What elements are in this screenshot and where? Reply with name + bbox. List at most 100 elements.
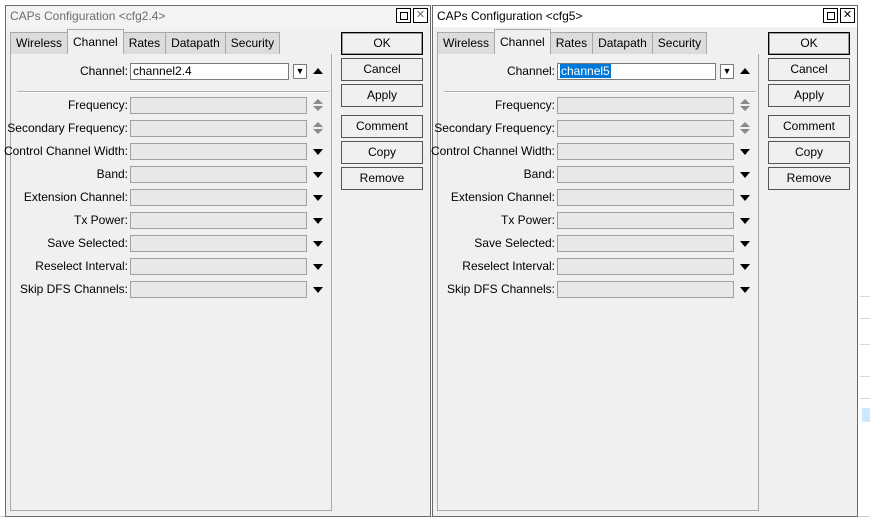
dropdown-arrow-icon[interactable] xyxy=(740,195,750,201)
tx-power-row: Tx Power: xyxy=(438,212,760,230)
cancel-button[interactable]: Cancel xyxy=(768,58,850,81)
dropdown-arrow-icon[interactable] xyxy=(313,195,323,201)
tab-security[interactable]: Security xyxy=(224,32,281,54)
extension-channel-field[interactable] xyxy=(130,189,307,206)
dropdown-arrow-icon[interactable] xyxy=(313,218,323,224)
secondary-frequency-row: Secondary Frequency: xyxy=(7,120,333,138)
tab-wireless[interactable]: Wireless xyxy=(437,32,496,54)
copy-button[interactable]: Copy xyxy=(341,141,423,164)
tab-rates[interactable]: Rates xyxy=(549,32,594,54)
spinner-icon[interactable] xyxy=(313,122,323,136)
reselect-interval-field[interactable] xyxy=(557,258,734,275)
dropdown-arrow-icon[interactable] xyxy=(740,218,750,224)
tab-security[interactable]: Security xyxy=(651,32,708,54)
copy-button[interactable]: Copy xyxy=(768,141,850,164)
tx-power-field[interactable] xyxy=(557,212,734,229)
comment-button[interactable]: Comment xyxy=(768,115,850,138)
channel-select[interactable]: channel5 xyxy=(557,63,716,80)
dropdown-arrow-icon[interactable] xyxy=(313,149,323,155)
remove-button[interactable]: Remove xyxy=(768,167,850,190)
dropdown-icon[interactable]: ▼ xyxy=(293,64,307,79)
channel-value: channel2.4 xyxy=(133,64,192,78)
tab-rates[interactable]: Rates xyxy=(122,32,167,54)
band-field[interactable] xyxy=(557,166,734,183)
tab-channel[interactable]: Channel xyxy=(67,29,124,54)
channel-tab-panel: Channel: channel2.4 ▼ Frequency: Seconda… xyxy=(4,54,333,511)
dropdown-arrow-icon[interactable] xyxy=(313,172,323,178)
tab-wireless[interactable]: Wireless xyxy=(10,32,69,54)
frequency-label: Frequency: xyxy=(494,98,555,112)
close-icon[interactable]: ✕ xyxy=(840,8,855,23)
maximize-icon[interactable] xyxy=(823,8,838,23)
apply-button[interactable]: Apply xyxy=(768,84,850,107)
control-channel-width-row: Control Channel Width: xyxy=(4,143,333,161)
control-channel-width-field[interactable] xyxy=(557,143,734,160)
channel-select[interactable]: channel2.4 xyxy=(130,63,289,80)
apply-button[interactable]: Apply xyxy=(341,84,423,107)
frequency-field[interactable] xyxy=(130,97,307,114)
ok-button[interactable]: OK xyxy=(768,32,850,55)
save-selected-row: Save Selected: xyxy=(11,235,333,253)
extension-channel-label: Extension Channel: xyxy=(450,190,555,204)
window-titlebar[interactable]: CAPs Configuration <cfg2.4> ✕ xyxy=(6,6,430,27)
caps-config-window-cfg2-4: CAPs Configuration <cfg2.4> ✕ Wireless C… xyxy=(4,5,431,517)
secondary-frequency-label: Secondary Frequency: xyxy=(434,121,555,135)
frequency-row: Frequency: xyxy=(438,97,760,115)
band-label: Band: xyxy=(523,167,555,181)
dropdown-icon[interactable]: ▼ xyxy=(720,64,734,79)
dropdown-arrow-icon[interactable] xyxy=(313,264,323,270)
dropdown-arrow-icon[interactable] xyxy=(740,172,750,178)
tab-bar: Wireless Channel Rates Datapath Security xyxy=(437,29,708,54)
spinner-icon[interactable] xyxy=(740,99,750,113)
dropdown-arrow-icon[interactable] xyxy=(740,241,750,247)
window-title: CAPs Configuration <cfg5> xyxy=(437,9,583,23)
tab-channel[interactable]: Channel xyxy=(494,29,551,54)
skip-dfs-channels-row: Skip DFS Channels: xyxy=(11,281,333,299)
remove-button[interactable]: Remove xyxy=(341,167,423,190)
save-selected-row: Save Selected: xyxy=(438,235,760,253)
ok-button[interactable]: OK xyxy=(341,32,423,55)
dropdown-arrow-icon[interactable] xyxy=(313,287,323,293)
dropdown-arrow-icon[interactable] xyxy=(313,241,323,247)
channel-value: channel5 xyxy=(560,64,611,78)
band-label: Band: xyxy=(96,167,128,181)
secondary-frequency-field[interactable] xyxy=(130,120,307,137)
maximize-icon[interactable] xyxy=(396,8,411,23)
comment-button[interactable]: Comment xyxy=(341,115,423,138)
tx-power-field[interactable] xyxy=(130,212,307,229)
collapse-up-icon[interactable] xyxy=(313,68,323,74)
secondary-frequency-row: Secondary Frequency: xyxy=(434,120,760,138)
tab-datapath[interactable]: Datapath xyxy=(165,32,226,54)
window-title: CAPs Configuration <cfg2.4> xyxy=(10,9,166,23)
extension-channel-field[interactable] xyxy=(557,189,734,206)
caps-config-window-cfg5: CAPs Configuration <cfg5> ✕ Wireless Cha… xyxy=(431,5,858,517)
spinner-icon[interactable] xyxy=(313,99,323,113)
skip-dfs-channels-field[interactable] xyxy=(130,281,307,298)
secondary-frequency-field[interactable] xyxy=(557,120,734,137)
reselect-interval-field[interactable] xyxy=(130,258,307,275)
frequency-field[interactable] xyxy=(557,97,734,114)
skip-dfs-channels-field[interactable] xyxy=(557,281,734,298)
collapse-up-icon[interactable] xyxy=(740,68,750,74)
reselect-interval-label: Reselect Interval: xyxy=(35,259,128,273)
dropdown-arrow-icon[interactable] xyxy=(740,149,750,155)
tx-power-row: Tx Power: xyxy=(11,212,333,230)
tx-power-label: Tx Power: xyxy=(500,213,555,227)
dropdown-arrow-icon[interactable] xyxy=(740,287,750,293)
channel-tab-panel: Channel: channel5 ▼ Frequency: Secondary… xyxy=(431,54,760,511)
save-selected-field[interactable] xyxy=(130,235,307,252)
window-titlebar[interactable]: CAPs Configuration <cfg5> ✕ xyxy=(433,6,857,27)
channel-row: Channel: channel2.4 ▼ xyxy=(11,63,333,81)
channel-label: Channel: xyxy=(506,64,555,78)
band-field[interactable] xyxy=(130,166,307,183)
dropdown-arrow-icon[interactable] xyxy=(740,264,750,270)
tab-datapath[interactable]: Datapath xyxy=(592,32,653,54)
secondary-frequency-label: Secondary Frequency: xyxy=(7,121,128,135)
control-channel-width-field[interactable] xyxy=(130,143,307,160)
save-selected-field[interactable] xyxy=(557,235,734,252)
cancel-button[interactable]: Cancel xyxy=(341,58,423,81)
extension-channel-label: Extension Channel: xyxy=(23,190,128,204)
close-icon[interactable]: ✕ xyxy=(413,8,428,23)
spinner-icon[interactable] xyxy=(740,122,750,136)
control-channel-width-label: Control Channel Width: xyxy=(430,144,555,158)
